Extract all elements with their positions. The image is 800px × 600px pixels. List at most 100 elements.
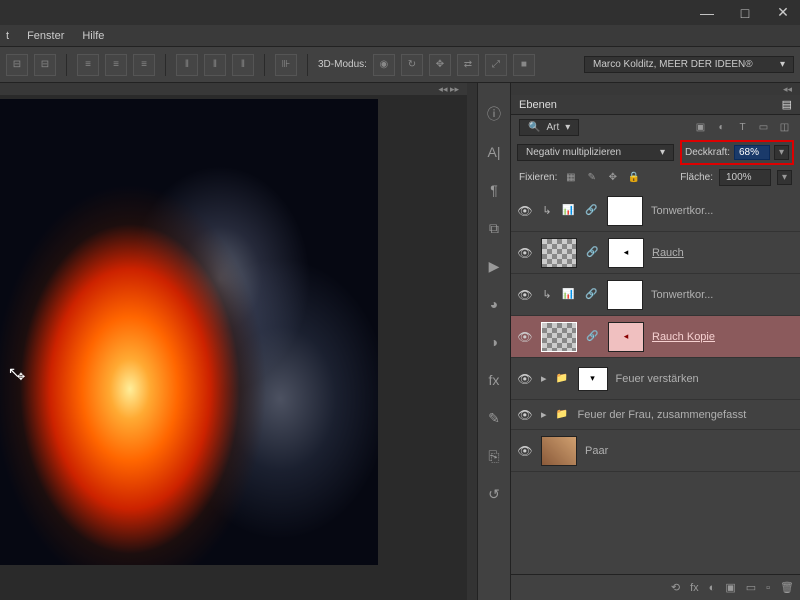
option-bar: ⊟ ⊟ ≡ ≡ ≡ ‖ ‖ ‖ ⊪ 3D-Modus: ◉ ↻ ✥ ⇄ ⤢ ■ … [0,47,800,83]
canvas[interactable]: ↖✥ [0,99,378,565]
link-icon: 🔗 [585,245,600,260]
filter-shape-icon[interactable]: ▭ [756,120,771,135]
layer-row[interactable]: 👁 ↳ 📊 🔗 Tonwertkor... [511,190,800,232]
mask-thumb[interactable]: ◂ [608,322,644,352]
levels-icon: 📊 [561,287,576,302]
minimize-button[interactable]: — [694,4,720,22]
brush-icon[interactable]: ✎ [483,407,505,429]
adjustment-icon[interactable]: ▣ [725,581,735,594]
mask-thumb[interactable] [607,280,643,310]
group-icon[interactable]: ▭ [746,581,756,594]
trash-icon[interactable]: 🗑 [780,581,794,594]
layer-row[interactable]: 👁 ↳ 📊 🔗 Tonwertkor... [511,274,800,316]
camera-icon[interactable]: ■ [513,54,535,76]
visibility-icon[interactable]: 👁 [517,408,533,422]
layer-name[interactable]: Rauch [652,247,794,259]
layer-thumb[interactable] [541,436,577,466]
layers-icon[interactable]: ⧉ [483,217,505,239]
link-icon: 🔗 [585,329,600,344]
panel-menu-icon[interactable]: ▤ [782,98,792,111]
fx-icon[interactable]: fx [483,369,505,391]
fill-input[interactable]: 100% [719,169,771,186]
filter-img-icon[interactable]: ▣ [693,120,708,135]
link-layers-icon[interactable]: ⟲ [671,581,680,594]
distribute-icon[interactable]: ≡ [105,54,127,76]
rotate-icon[interactable]: ↻ [401,54,423,76]
mask-thumb[interactable]: ▾ [578,367,608,391]
disclosure-icon[interactable]: ▸ [541,372,547,385]
history-icon[interactable]: ↺ [483,483,505,505]
distribute-icon[interactable]: ≡ [77,54,99,76]
clone-icon[interactable]: ⎘ [483,445,505,467]
maximize-button[interactable]: □ [732,4,758,22]
opacity-input[interactable] [734,145,770,160]
lock-paint-icon[interactable]: ✎ [584,170,599,185]
play-icon[interactable]: ▶ [483,255,505,277]
sphere-icon[interactable]: ◉ [373,54,395,76]
layer-row-selected[interactable]: 👁 🔗 ◂ Rauch Kopie [511,316,800,358]
distribute-icon[interactable]: ‖ [204,54,226,76]
visibility-icon[interactable]: 👁 [517,288,533,302]
visibility-icon[interactable]: 👁 [517,372,533,386]
pan-icon[interactable]: ✥ [429,54,451,76]
align-icon[interactable]: ⊟ [6,54,28,76]
disclosure-icon[interactable]: ▸ [541,408,547,421]
mask-thumb[interactable]: ◂ [608,238,644,268]
filter-type-icon[interactable]: T [735,120,750,135]
adjust-icon[interactable]: ◑ [483,331,505,353]
mask-thumb[interactable] [607,196,643,226]
layer-row[interactable]: 👁 Paar [511,430,800,472]
layer-row[interactable]: 👁 ▸ 📁 ▾ Feuer verstärken [511,358,800,400]
layer-thumb[interactable] [541,238,577,268]
move-cursor-icon: ↖✥ [8,364,28,381]
new-layer-icon[interactable]: ▫ [766,582,770,594]
layer-row[interactable]: 👁 🔗 ◂ Rauch [511,232,800,274]
panel-tab-layers[interactable]: Ebenen▤ [511,95,800,115]
fill-label: Fläche: [680,172,713,183]
visibility-icon[interactable]: 👁 [517,204,533,218]
lock-position-icon[interactable]: ✥ [605,170,620,185]
visibility-icon[interactable]: 👁 [517,246,533,260]
close-button[interactable]: ✕ [770,4,796,22]
mode-3d-label: 3D-Modus: [318,59,367,70]
layer-name[interactable]: Tonwertkor... [651,289,794,301]
distribute-icon[interactable]: ‖ [232,54,254,76]
chevron-down-icon[interactable]: ▾ [774,145,789,160]
filter-adjust-icon[interactable]: ◐ [714,120,729,135]
info-icon[interactable]: ⓘ [483,103,505,125]
menu-item-window[interactable]: Fenster [27,30,64,42]
paragraph-icon[interactable]: ¶ [483,179,505,201]
character-icon[interactable]: A| [483,141,505,163]
scale-icon[interactable]: ⤢ [485,54,507,76]
filter-smart-icon[interactable]: ◫ [777,120,792,135]
menu-item-help[interactable]: Hilfe [82,30,104,42]
lock-all-icon[interactable]: 🔒 [626,170,641,185]
workspace-switcher[interactable]: Marco Kolditz, MEER DER IDEEN®▾ [584,56,794,73]
swatches-icon[interactable]: ◕ [483,293,505,315]
slide-icon[interactable]: ⇄ [457,54,479,76]
layer-row[interactable]: 👁 ▸ 📁 Feuer der Frau, zusammengefasst [511,400,800,430]
layer-thumb[interactable] [541,322,577,352]
layer-name[interactable]: Rauch Kopie [652,331,794,343]
menu-item[interactable]: t [6,30,9,42]
layer-filter-kind[interactable]: 🔍Art▾ [519,119,579,136]
menubar: t Fenster Hilfe [0,25,800,47]
visibility-icon[interactable]: 👁 [517,444,533,458]
lock-transparency-icon[interactable]: ▦ [563,170,578,185]
layer-name[interactable]: Tonwertkor... [651,205,794,217]
chevron-down-icon[interactable]: ▾ [777,170,792,185]
opacity-highlight: Deckkraft: ▾ [680,140,794,165]
layer-name[interactable]: Feuer verstärken [616,373,794,385]
distribute-icon[interactable]: ⊪ [275,54,297,76]
fx-icon[interactable]: fx [690,582,699,594]
distribute-icon[interactable]: ≡ [133,54,155,76]
distribute-icon[interactable]: ‖ [176,54,198,76]
canvas-area: ◂◂ ▸▸ ↖✥ [0,83,467,600]
mask-icon[interactable]: ◐ [709,582,716,594]
align-icon[interactable]: ⊟ [34,54,56,76]
visibility-icon[interactable]: 👁 [517,330,533,344]
layer-name[interactable]: Feuer der Frau, zusammengefasst [578,409,794,421]
layer-footer: ⟲ fx ◐ ▣ ▭ ▫ 🗑 [511,574,800,600]
blend-mode-select[interactable]: Negativ multiplizieren▾ [517,144,674,161]
layer-name[interactable]: Paar [585,445,794,457]
